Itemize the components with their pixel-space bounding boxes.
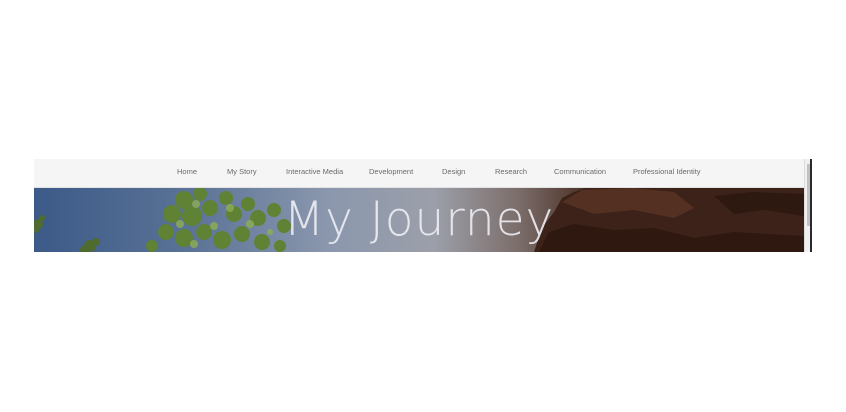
nav-item-my-story[interactable]: My Story — [227, 159, 257, 187]
nav-item-development[interactable]: Development — [369, 159, 413, 187]
nav-item-communication[interactable]: Communication — [554, 159, 606, 187]
top-navbar: Home My Story Interactive Media Developm… — [34, 159, 804, 188]
hero-banner: My Journey — [34, 188, 804, 252]
browser-viewport: Home My Story Interactive Media Developm… — [34, 159, 812, 252]
hero-title: My Journey — [283, 192, 555, 247]
nav-item-research[interactable]: Research — [495, 159, 527, 187]
nav-item-interactive-media[interactable]: Interactive Media — [286, 159, 343, 187]
nav-item-professional-identity[interactable]: Professional Identity — [633, 159, 701, 187]
nav-item-design[interactable]: Design — [442, 159, 465, 187]
window-edge — [810, 159, 812, 252]
nav-item-home[interactable]: Home — [177, 159, 197, 187]
